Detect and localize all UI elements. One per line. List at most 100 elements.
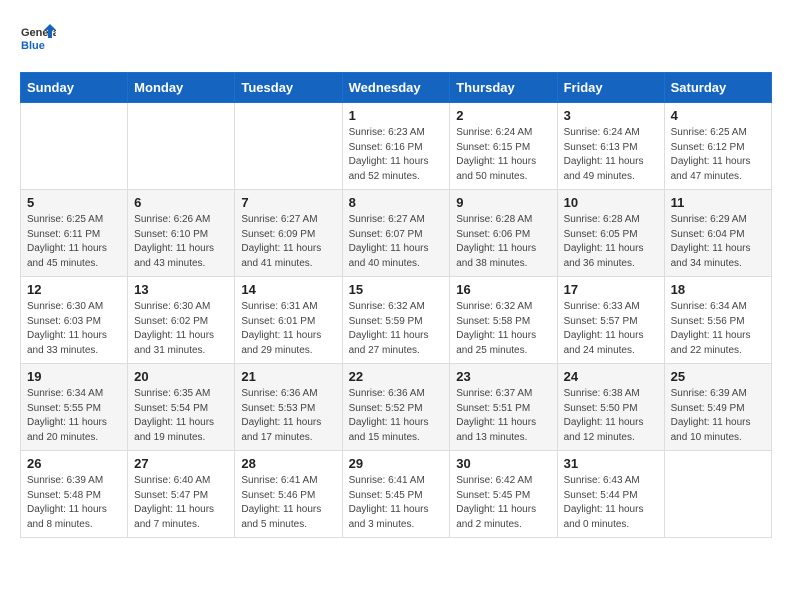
- calendar-cell: 15 Sunrise: 6:32 AM Sunset: 5:59 PM Dayli…: [342, 277, 450, 364]
- day-detail: Sunrise: 6:39 AM Sunset: 5:49 PM Dayligh…: [671, 387, 765, 445]
- calendar-cell: 4 Sunrise: 6:25 AM Sunset: 6:12 PM Daylig…: [664, 103, 771, 190]
- day-number: 6: [134, 195, 228, 210]
- day-detail: Sunrise: 6:41 AM Sunset: 5:45 PM Dayligh…: [349, 474, 444, 532]
- day-detail: Sunrise: 6:37 AM Sunset: 5:51 PM Dayligh…: [456, 387, 550, 445]
- calendar-cell: 18 Sunrise: 6:34 AM Sunset: 5:56 PM Dayli…: [664, 277, 771, 364]
- calendar-header-row: SundayMondayTuesdayWednesdayThursdayFrid…: [21, 73, 772, 103]
- calendar-cell: 6 Sunrise: 6:26 AM Sunset: 6:10 PM Daylig…: [128, 190, 235, 277]
- header-sunday: Sunday: [21, 73, 128, 103]
- calendar-cell: 31 Sunrise: 6:43 AM Sunset: 5:44 PM Dayli…: [557, 451, 664, 538]
- calendar-cell: 13 Sunrise: 6:30 AM Sunset: 6:02 PM Dayli…: [128, 277, 235, 364]
- day-detail: Sunrise: 6:41 AM Sunset: 5:46 PM Dayligh…: [241, 474, 335, 532]
- day-detail: Sunrise: 6:33 AM Sunset: 5:57 PM Dayligh…: [564, 300, 658, 358]
- calendar-cell: 24 Sunrise: 6:38 AM Sunset: 5:50 PM Dayli…: [557, 364, 664, 451]
- calendar-cell: 11 Sunrise: 6:29 AM Sunset: 6:04 PM Dayli…: [664, 190, 771, 277]
- header-tuesday: Tuesday: [235, 73, 342, 103]
- day-number: 27: [134, 456, 228, 471]
- calendar-cell: 14 Sunrise: 6:31 AM Sunset: 6:01 PM Dayli…: [235, 277, 342, 364]
- day-detail: Sunrise: 6:25 AM Sunset: 6:11 PM Dayligh…: [27, 213, 121, 271]
- day-detail: Sunrise: 6:28 AM Sunset: 6:06 PM Dayligh…: [456, 213, 550, 271]
- day-number: 8: [349, 195, 444, 210]
- week-row-2: 5 Sunrise: 6:25 AM Sunset: 6:11 PM Daylig…: [21, 190, 772, 277]
- header-friday: Friday: [557, 73, 664, 103]
- day-number: 14: [241, 282, 335, 297]
- day-number: 10: [564, 195, 658, 210]
- day-number: 25: [671, 369, 765, 384]
- day-number: 5: [27, 195, 121, 210]
- header-saturday: Saturday: [664, 73, 771, 103]
- calendar-cell: 28 Sunrise: 6:41 AM Sunset: 5:46 PM Dayli…: [235, 451, 342, 538]
- day-detail: Sunrise: 6:36 AM Sunset: 5:52 PM Dayligh…: [349, 387, 444, 445]
- calendar-cell: 26 Sunrise: 6:39 AM Sunset: 5:48 PM Dayli…: [21, 451, 128, 538]
- calendar-cell: 17 Sunrise: 6:33 AM Sunset: 5:57 PM Dayli…: [557, 277, 664, 364]
- day-detail: Sunrise: 6:27 AM Sunset: 6:07 PM Dayligh…: [349, 213, 444, 271]
- day-number: 4: [671, 108, 765, 123]
- day-number: 19: [27, 369, 121, 384]
- header-monday: Monday: [128, 73, 235, 103]
- day-detail: Sunrise: 6:40 AM Sunset: 5:47 PM Dayligh…: [134, 474, 228, 532]
- day-number: 11: [671, 195, 765, 210]
- day-detail: Sunrise: 6:36 AM Sunset: 5:53 PM Dayligh…: [241, 387, 335, 445]
- week-row-5: 26 Sunrise: 6:39 AM Sunset: 5:48 PM Dayli…: [21, 451, 772, 538]
- day-number: 7: [241, 195, 335, 210]
- day-detail: Sunrise: 6:42 AM Sunset: 5:45 PM Dayligh…: [456, 474, 550, 532]
- calendar-cell: [21, 103, 128, 190]
- header-thursday: Thursday: [450, 73, 557, 103]
- day-detail: Sunrise: 6:30 AM Sunset: 6:02 PM Dayligh…: [134, 300, 228, 358]
- day-number: 26: [27, 456, 121, 471]
- day-number: 16: [456, 282, 550, 297]
- day-number: 28: [241, 456, 335, 471]
- day-detail: Sunrise: 6:32 AM Sunset: 5:59 PM Dayligh…: [349, 300, 444, 358]
- day-detail: Sunrise: 6:32 AM Sunset: 5:58 PM Dayligh…: [456, 300, 550, 358]
- day-detail: Sunrise: 6:24 AM Sunset: 6:13 PM Dayligh…: [564, 126, 658, 184]
- calendar-cell: 5 Sunrise: 6:25 AM Sunset: 6:11 PM Daylig…: [21, 190, 128, 277]
- day-number: 20: [134, 369, 228, 384]
- day-detail: Sunrise: 6:34 AM Sunset: 5:55 PM Dayligh…: [27, 387, 121, 445]
- day-detail: Sunrise: 6:31 AM Sunset: 6:01 PM Dayligh…: [241, 300, 335, 358]
- day-number: 24: [564, 369, 658, 384]
- day-detail: Sunrise: 6:23 AM Sunset: 6:16 PM Dayligh…: [349, 126, 444, 184]
- calendar-cell: 9Sunrise: 6:28 AM Sunset: 6:06 PM Daylig…: [450, 190, 557, 277]
- day-number: 29: [349, 456, 444, 471]
- logo: General Blue: [20, 20, 56, 56]
- day-number: 1: [349, 108, 444, 123]
- calendar-cell: 19 Sunrise: 6:34 AM Sunset: 5:55 PM Dayli…: [21, 364, 128, 451]
- day-detail: Sunrise: 6:30 AM Sunset: 6:03 PM Dayligh…: [27, 300, 121, 358]
- calendar-cell: 25 Sunrise: 6:39 AM Sunset: 5:49 PM Dayli…: [664, 364, 771, 451]
- calendar-cell: 12 Sunrise: 6:30 AM Sunset: 6:03 PM Dayli…: [21, 277, 128, 364]
- day-number: 18: [671, 282, 765, 297]
- calendar-cell: 1 Sunrise: 6:23 AM Sunset: 6:16 PM Daylig…: [342, 103, 450, 190]
- calendar-cell: [664, 451, 771, 538]
- header-wednesday: Wednesday: [342, 73, 450, 103]
- calendar-cell: 2Sunrise: 6:24 AM Sunset: 6:15 PM Daylig…: [450, 103, 557, 190]
- calendar-table: SundayMondayTuesdayWednesdayThursdayFrid…: [20, 72, 772, 538]
- day-number: 15: [349, 282, 444, 297]
- calendar-cell: 23Sunrise: 6:37 AM Sunset: 5:51 PM Dayli…: [450, 364, 557, 451]
- day-number: 2: [456, 108, 550, 123]
- calendar-cell: [128, 103, 235, 190]
- day-detail: Sunrise: 6:38 AM Sunset: 5:50 PM Dayligh…: [564, 387, 658, 445]
- calendar-cell: 3 Sunrise: 6:24 AM Sunset: 6:13 PM Daylig…: [557, 103, 664, 190]
- calendar-cell: [235, 103, 342, 190]
- calendar-cell: 27 Sunrise: 6:40 AM Sunset: 5:47 PM Dayli…: [128, 451, 235, 538]
- day-number: 13: [134, 282, 228, 297]
- day-detail: Sunrise: 6:28 AM Sunset: 6:05 PM Dayligh…: [564, 213, 658, 271]
- day-number: 30: [456, 456, 550, 471]
- day-number: 22: [349, 369, 444, 384]
- calendar-cell: 20 Sunrise: 6:35 AM Sunset: 5:54 PM Dayli…: [128, 364, 235, 451]
- day-number: 31: [564, 456, 658, 471]
- day-detail: Sunrise: 6:39 AM Sunset: 5:48 PM Dayligh…: [27, 474, 121, 532]
- day-number: 17: [564, 282, 658, 297]
- day-detail: Sunrise: 6:43 AM Sunset: 5:44 PM Dayligh…: [564, 474, 658, 532]
- day-number: 12: [27, 282, 121, 297]
- day-detail: Sunrise: 6:25 AM Sunset: 6:12 PM Dayligh…: [671, 126, 765, 184]
- calendar-cell: 8 Sunrise: 6:27 AM Sunset: 6:07 PM Daylig…: [342, 190, 450, 277]
- day-detail: Sunrise: 6:35 AM Sunset: 5:54 PM Dayligh…: [134, 387, 228, 445]
- day-detail: Sunrise: 6:26 AM Sunset: 6:10 PM Dayligh…: [134, 213, 228, 271]
- day-number: 3: [564, 108, 658, 123]
- svg-text:Blue: Blue: [21, 40, 45, 52]
- page-header: General Blue: [20, 20, 772, 56]
- calendar-cell: 30 Sunrise: 6:42 AM Sunset: 5:45 PM Dayli…: [450, 451, 557, 538]
- day-detail: Sunrise: 6:29 AM Sunset: 6:04 PM Dayligh…: [671, 213, 765, 271]
- day-detail: Sunrise: 6:34 AM Sunset: 5:56 PM Dayligh…: [671, 300, 765, 358]
